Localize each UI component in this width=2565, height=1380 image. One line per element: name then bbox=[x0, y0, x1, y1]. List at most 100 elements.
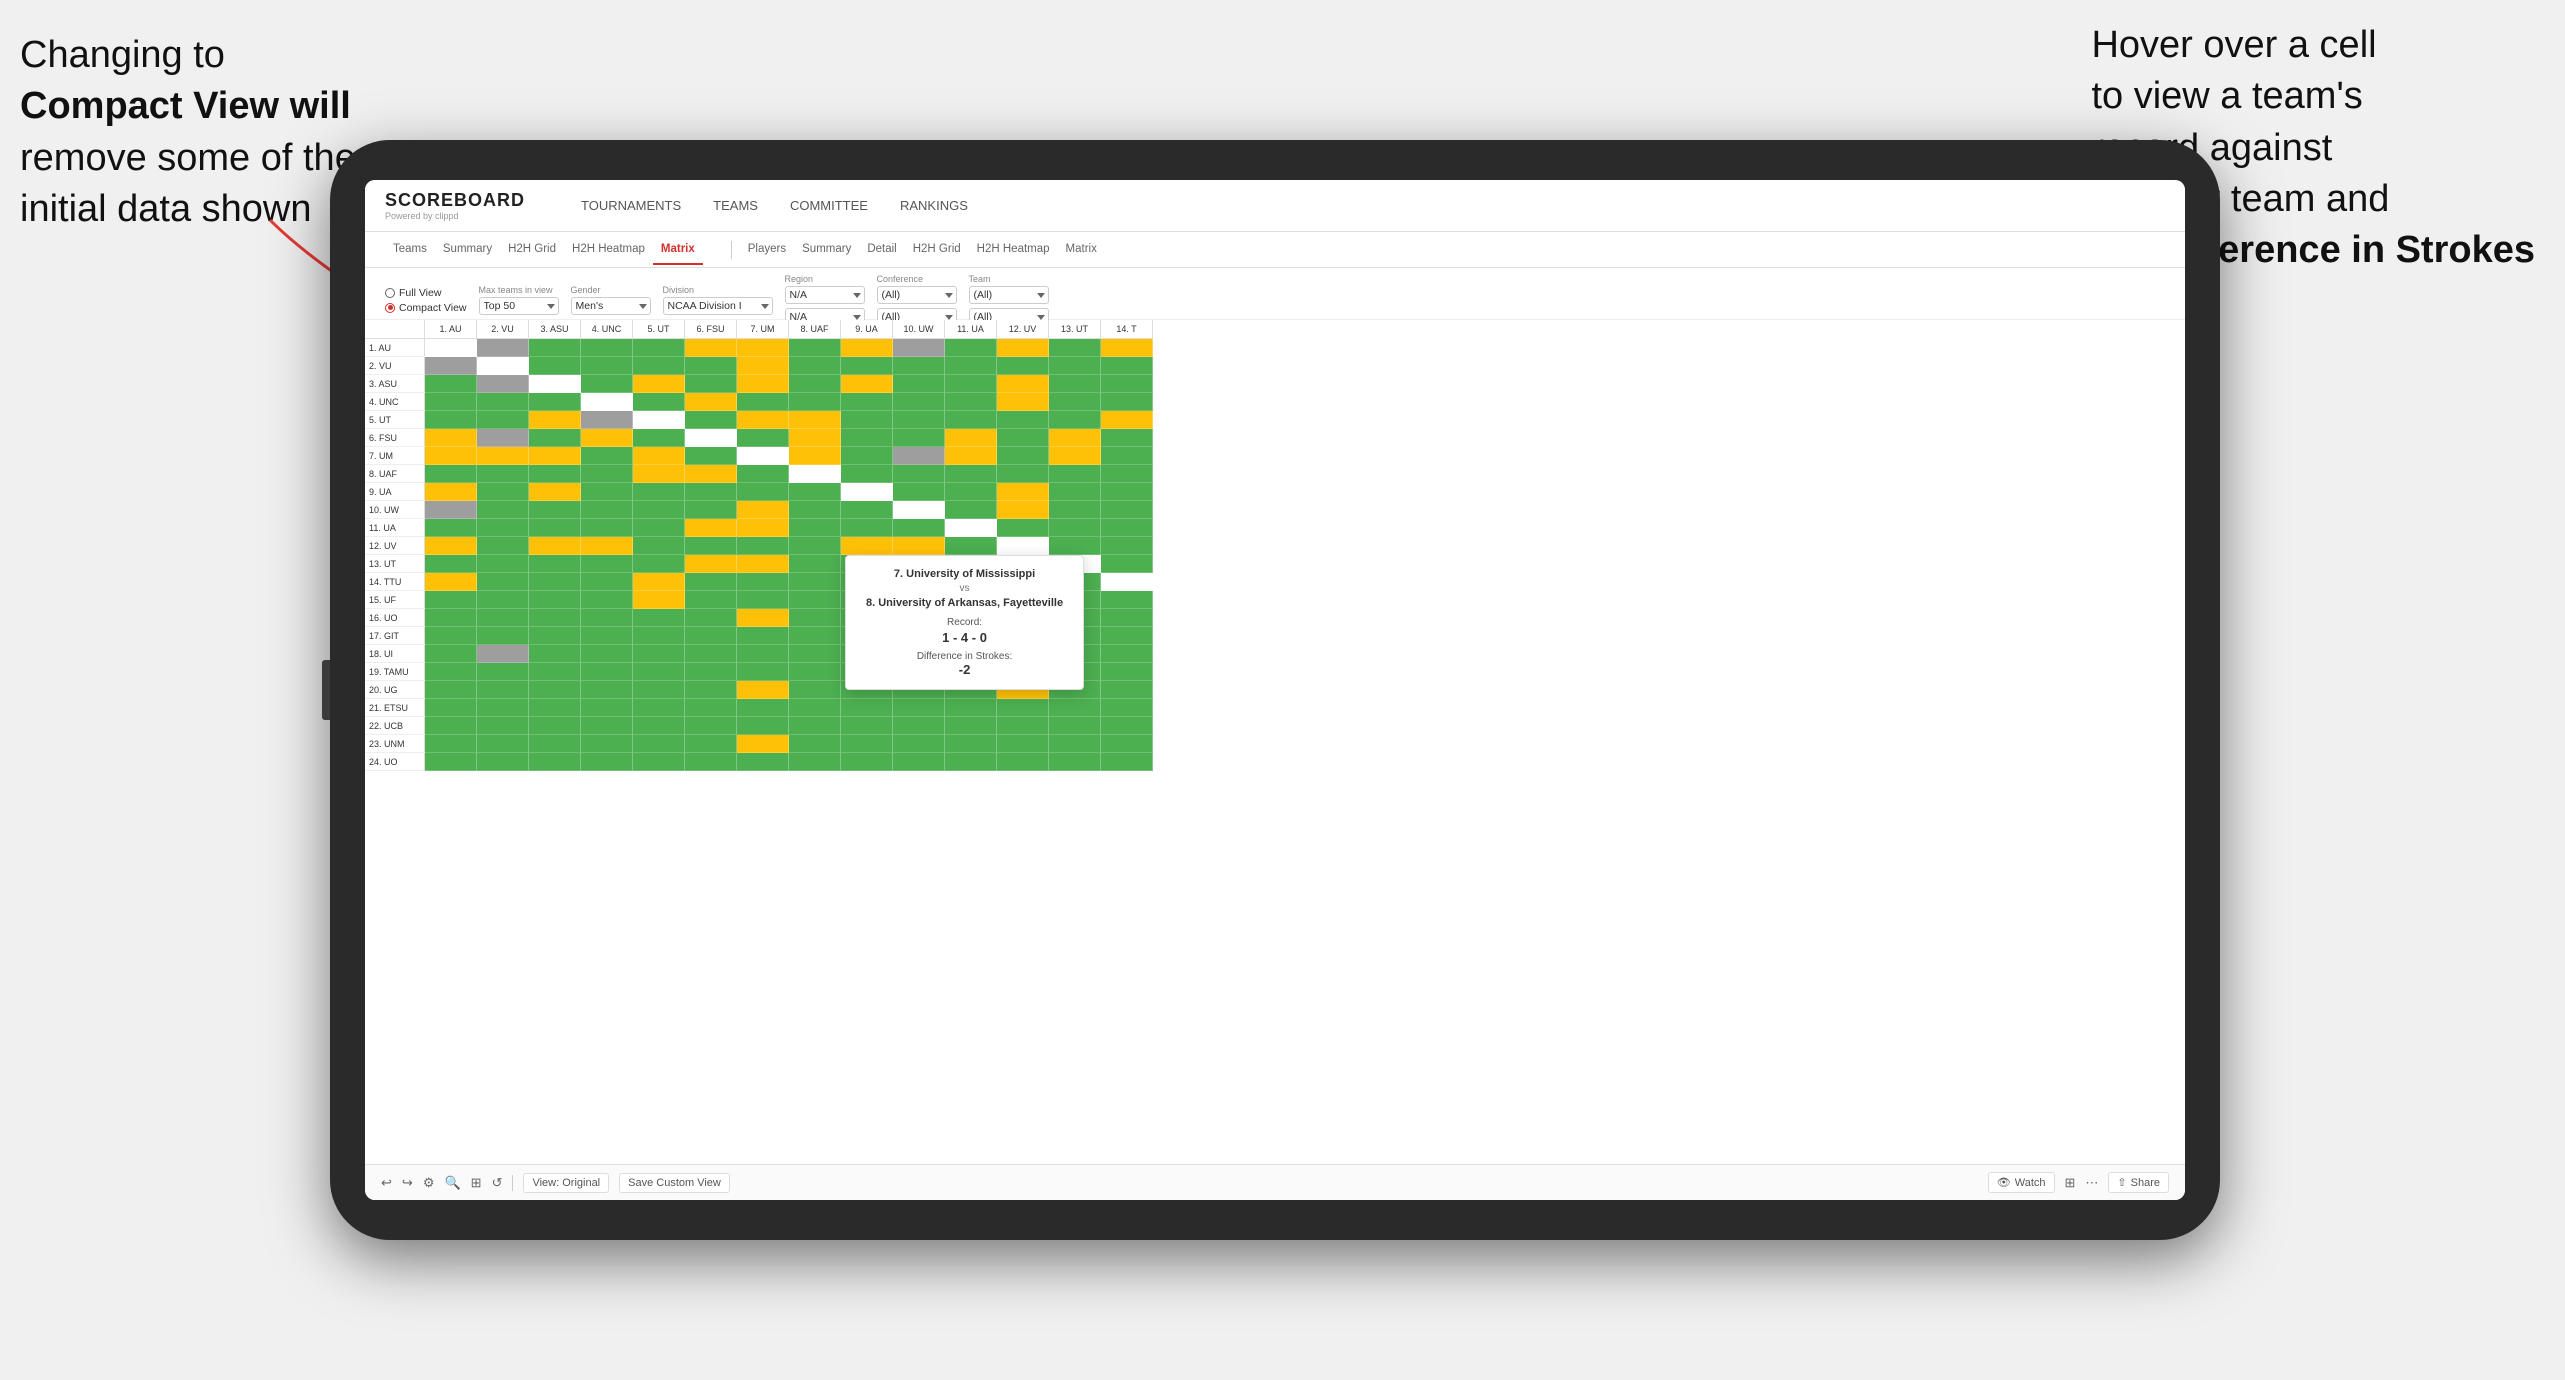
cell-10-8[interactable] bbox=[841, 519, 893, 537]
cell-7-13[interactable] bbox=[1101, 465, 1153, 483]
more-icon[interactable]: ⋯ bbox=[2085, 1175, 2098, 1191]
cell-14-1[interactable] bbox=[477, 591, 529, 609]
cell-7-0[interactable] bbox=[425, 465, 477, 483]
cell-17-7[interactable] bbox=[789, 645, 841, 663]
cell-2-10[interactable] bbox=[945, 375, 997, 393]
cell-16-6[interactable] bbox=[737, 627, 789, 645]
cell-1-0[interactable] bbox=[425, 357, 477, 375]
cell-22-3[interactable] bbox=[581, 735, 633, 753]
cell-11-7[interactable] bbox=[789, 537, 841, 555]
cell-5-7[interactable] bbox=[789, 429, 841, 447]
cell-22-6[interactable] bbox=[737, 735, 789, 753]
cell-8-7[interactable] bbox=[789, 483, 841, 501]
tab-summary-right[interactable]: Summary bbox=[794, 235, 859, 265]
cell-10-0[interactable] bbox=[425, 519, 477, 537]
cell-1-12[interactable] bbox=[1049, 357, 1101, 375]
view-original-btn[interactable]: View: Original bbox=[523, 1173, 609, 1193]
cell-6-0[interactable] bbox=[425, 447, 477, 465]
cell-23-1[interactable] bbox=[477, 753, 529, 771]
cell-5-12[interactable] bbox=[1049, 429, 1101, 447]
cell-15-1[interactable] bbox=[477, 609, 529, 627]
cell-21-0[interactable] bbox=[425, 717, 477, 735]
cell-18-13[interactable] bbox=[1101, 663, 1153, 681]
cell-3-2[interactable] bbox=[529, 393, 581, 411]
cell-4-0[interactable] bbox=[425, 411, 477, 429]
cell-18-3[interactable] bbox=[581, 663, 633, 681]
cell-9-5[interactable] bbox=[685, 501, 737, 519]
cell-22-4[interactable] bbox=[633, 735, 685, 753]
cell-5-8[interactable] bbox=[841, 429, 893, 447]
cell-9-7[interactable] bbox=[789, 501, 841, 519]
cell-7-3[interactable] bbox=[581, 465, 633, 483]
cell-19-13[interactable] bbox=[1101, 681, 1153, 699]
cell-7-9[interactable] bbox=[893, 465, 945, 483]
cell-3-13[interactable] bbox=[1101, 393, 1153, 411]
cell-0-3[interactable] bbox=[581, 339, 633, 357]
cell-12-13[interactable] bbox=[1101, 555, 1153, 573]
cell-17-13[interactable] bbox=[1101, 645, 1153, 663]
cell-11-4[interactable] bbox=[633, 537, 685, 555]
cell-19-1[interactable] bbox=[477, 681, 529, 699]
cell-21-6[interactable] bbox=[737, 717, 789, 735]
cell-6-4[interactable] bbox=[633, 447, 685, 465]
share-btn[interactable]: ⇧ Share bbox=[2108, 1172, 2169, 1193]
cell-17-2[interactable] bbox=[529, 645, 581, 663]
cell-4-7[interactable] bbox=[789, 411, 841, 429]
cell-8-5[interactable] bbox=[685, 483, 737, 501]
cell-5-13[interactable] bbox=[1101, 429, 1153, 447]
cell-6-8[interactable] bbox=[841, 447, 893, 465]
cell-18-0[interactable] bbox=[425, 663, 477, 681]
cell-22-7[interactable] bbox=[789, 735, 841, 753]
cell-21-9[interactable] bbox=[893, 717, 945, 735]
cell-12-4[interactable] bbox=[633, 555, 685, 573]
cell-8-8[interactable] bbox=[841, 483, 893, 501]
cell-13-4[interactable] bbox=[633, 573, 685, 591]
cell-3-4[interactable] bbox=[633, 393, 685, 411]
cell-20-10[interactable] bbox=[945, 699, 997, 717]
cell-17-6[interactable] bbox=[737, 645, 789, 663]
cell-11-6[interactable] bbox=[737, 537, 789, 555]
cell-9-1[interactable] bbox=[477, 501, 529, 519]
cell-14-13[interactable] bbox=[1101, 591, 1153, 609]
cell-6-6[interactable] bbox=[737, 447, 789, 465]
icon-2[interactable]: 🔍 bbox=[444, 1175, 460, 1191]
cell-20-1[interactable] bbox=[477, 699, 529, 717]
nav-rankings[interactable]: RANKINGS bbox=[900, 198, 968, 213]
nav-teams[interactable]: TEAMS bbox=[713, 198, 758, 213]
devices-icon[interactable]: ⊞ bbox=[2065, 1175, 2076, 1191]
cell-7-2[interactable] bbox=[529, 465, 581, 483]
cell-12-1[interactable] bbox=[477, 555, 529, 573]
cell-13-2[interactable] bbox=[529, 573, 581, 591]
cell-18-6[interactable] bbox=[737, 663, 789, 681]
cell-21-7[interactable] bbox=[789, 717, 841, 735]
cell-13-0[interactable] bbox=[425, 573, 477, 591]
cell-17-5[interactable] bbox=[685, 645, 737, 663]
undo-icon[interactable]: ↩ bbox=[381, 1175, 392, 1191]
cell-20-2[interactable] bbox=[529, 699, 581, 717]
cell-4-10[interactable] bbox=[945, 411, 997, 429]
nav-committee[interactable]: COMMITTEE bbox=[790, 198, 868, 213]
cell-13-3[interactable] bbox=[581, 573, 633, 591]
redo-icon[interactable]: ↪ bbox=[402, 1175, 413, 1191]
cell-11-13[interactable] bbox=[1101, 537, 1153, 555]
cell-10-12[interactable] bbox=[1049, 519, 1101, 537]
cell-0-7[interactable] bbox=[789, 339, 841, 357]
cell-9-2[interactable] bbox=[529, 501, 581, 519]
cell-4-11[interactable] bbox=[997, 411, 1049, 429]
cell-20-5[interactable] bbox=[685, 699, 737, 717]
cell-16-4[interactable] bbox=[633, 627, 685, 645]
cell-1-4[interactable] bbox=[633, 357, 685, 375]
cell-9-0[interactable] bbox=[425, 501, 477, 519]
cell-18-2[interactable] bbox=[529, 663, 581, 681]
cell-10-4[interactable] bbox=[633, 519, 685, 537]
cell-23-2[interactable] bbox=[529, 753, 581, 771]
cell-21-12[interactable] bbox=[1049, 717, 1101, 735]
cell-11-11[interactable] bbox=[997, 537, 1049, 555]
cell-10-7[interactable] bbox=[789, 519, 841, 537]
cell-7-10[interactable] bbox=[945, 465, 997, 483]
cell-14-0[interactable] bbox=[425, 591, 477, 609]
cell-0-9[interactable] bbox=[893, 339, 945, 357]
cell-3-7[interactable] bbox=[789, 393, 841, 411]
cell-13-1[interactable] bbox=[477, 573, 529, 591]
cell-9-8[interactable] bbox=[841, 501, 893, 519]
